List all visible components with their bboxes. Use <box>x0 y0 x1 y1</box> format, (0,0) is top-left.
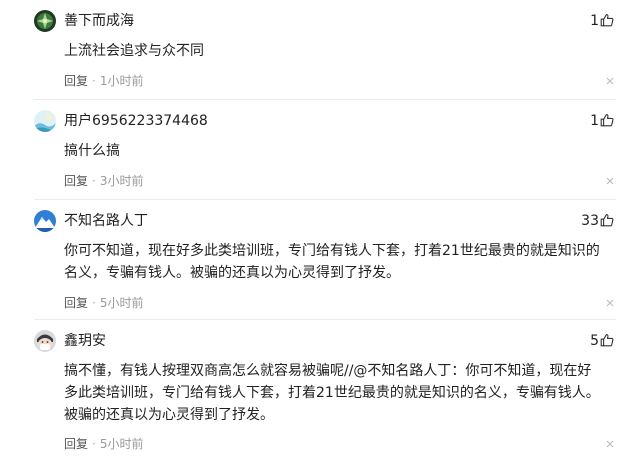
comment-meta: 回复 · 1小时前 <box>64 73 143 89</box>
comment-text: 你可不知道，现在好多此类培训班，专门给有钱人下套，打着21世纪最贵的就是知识的名… <box>64 243 600 281</box>
username[interactable]: 鑫玥安 <box>64 332 106 350</box>
comment-text: 搞什么搞 <box>64 143 120 159</box>
separator: · <box>92 296 96 310</box>
timestamp: 5小时前 <box>99 437 144 451</box>
comment-list: 善下而成海 1 上流社会追求与众不同 回复 · 1小时前 用户695622337… <box>0 0 640 466</box>
username[interactable]: 善下而成海 <box>64 12 134 30</box>
reply-button[interactable]: 回复 <box>64 73 88 89</box>
close-icon[interactable] <box>605 298 615 308</box>
like-count: 1 <box>590 113 599 129</box>
thumbs-up-icon <box>600 13 614 27</box>
avatar[interactable] <box>34 110 56 132</box>
avatar[interactable] <box>34 210 56 232</box>
like-count: 5 <box>590 333 599 349</box>
reply-button[interactable]: 回复 <box>64 436 88 452</box>
blue-mountain-avatar-icon <box>34 210 56 232</box>
separator: · <box>92 437 96 451</box>
separator: · <box>92 174 96 188</box>
comment-meta: 回复 · 5小时前 <box>64 436 143 452</box>
like-button[interactable]: 33 <box>581 211 614 231</box>
like-button[interactable]: 5 <box>590 331 614 351</box>
like-count: 1 <box>590 13 599 29</box>
close-icon[interactable] <box>605 76 615 86</box>
comment-text: 搞不懂，有钱人按理双商高怎么就容易被骗呢//@不知名路人丁：你可不知道，现在好多… <box>64 363 600 423</box>
comment-item: 鑫玥安 5 搞不懂，有钱人按理双商高怎么就容易被骗呢//@不知名路人丁：你可不知… <box>0 320 640 466</box>
masked-person-avatar-icon <box>34 330 56 352</box>
avatar[interactable] <box>34 10 56 32</box>
comment-text: 上流社会追求与众不同 <box>64 43 204 59</box>
reply-button[interactable]: 回复 <box>64 295 88 311</box>
comment-meta: 回复 · 3小时前 <box>64 173 143 189</box>
close-icon[interactable] <box>605 439 615 449</box>
light-blue-landscape-avatar-icon <box>34 110 56 132</box>
leaf-pattern-avatar-icon <box>34 10 56 32</box>
separator: · <box>92 74 96 88</box>
timestamp: 3小时前 <box>99 174 144 188</box>
avatar[interactable] <box>34 330 56 352</box>
close-icon[interactable] <box>605 176 615 186</box>
like-button[interactable]: 1 <box>590 11 614 31</box>
thumbs-up-icon <box>600 333 614 347</box>
thumbs-up-icon <box>600 213 614 227</box>
username[interactable]: 不知名路人丁 <box>64 212 148 230</box>
comment-item: 善下而成海 1 上流社会追求与众不同 回复 · 1小时前 <box>0 0 640 100</box>
reply-button[interactable]: 回复 <box>64 173 88 189</box>
like-button[interactable]: 1 <box>590 111 614 131</box>
username[interactable]: 用户6956223374468 <box>64 112 208 130</box>
comment-item: 不知名路人丁 33 你可不知道，现在好多此类培训班，专门给有钱人下套，打着21世… <box>0 200 640 320</box>
timestamp: 5小时前 <box>99 296 144 310</box>
like-count: 33 <box>581 213 599 229</box>
comment-item: 用户6956223374468 1 搞什么搞 回复 · 3小时前 <box>0 100 640 200</box>
thumbs-up-icon <box>600 113 614 127</box>
timestamp: 1小时前 <box>99 74 144 88</box>
comment-meta: 回复 · 5小时前 <box>64 295 143 311</box>
